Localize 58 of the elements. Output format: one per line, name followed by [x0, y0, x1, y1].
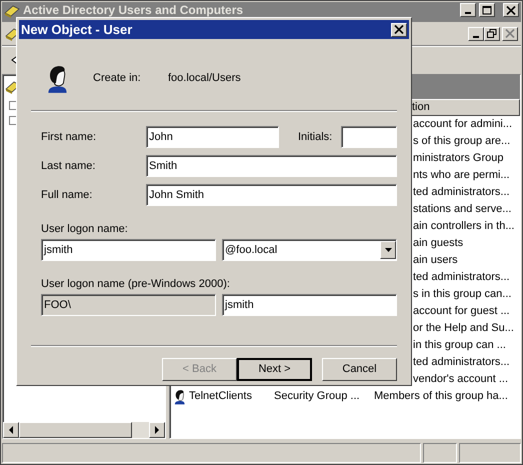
- list-cell-text: ministrators Group: [413, 151, 504, 166]
- pre-2000-logon-field[interactable]: jsmith: [222, 294, 397, 316]
- maximize-icon: [482, 6, 492, 14]
- dialog-title: New Object - User: [21, 20, 134, 39]
- logon-name-field[interactable]: jsmith: [41, 239, 216, 261]
- list-cell-text: ted administrators...: [413, 185, 510, 200]
- list-cell-text: account for guest ...: [413, 304, 510, 320]
- minimize-button[interactable]: [460, 3, 476, 17]
- close-icon: [394, 25, 404, 34]
- create-in-label: Create in:: [93, 71, 142, 86]
- minimize-button[interactable]: [468, 26, 484, 40]
- list-cell-text: or the Help and Su...: [413, 321, 514, 336]
- field-label: User logon name:: [41, 222, 129, 235]
- list-cell-text: ted administrators...: [413, 355, 510, 370]
- list-cell-text: ain guests: [413, 236, 464, 252]
- minimize-icon: [465, 12, 471, 14]
- list-cell-text: nts who are permi...: [413, 168, 510, 184]
- status-panel: [459, 443, 521, 463]
- list-cell-text: stations and serve...: [413, 202, 512, 218]
- field-label: User logon name (pre-Windows 2000):: [41, 277, 231, 290]
- close-icon: [506, 6, 516, 14]
- last-name-field[interactable]: Smith: [146, 155, 397, 177]
- domain-dropdown[interactable]: @foo.local: [222, 239, 397, 261]
- status-panel: [423, 443, 457, 463]
- list-cell-text: ted administrators...: [413, 270, 510, 286]
- maximize-button[interactable]: [479, 3, 495, 17]
- list-cell-text: s of this group are...: [413, 134, 510, 150]
- list-cell-text: s in this group can...: [413, 287, 512, 302]
- close-button[interactable]: [391, 22, 407, 36]
- horizontal-scrollbar[interactable]: [3, 422, 165, 438]
- close-button[interactable]: [503, 3, 519, 17]
- folder-book-icon: [4, 3, 20, 19]
- dialog-button[interactable]: Next >: [237, 358, 312, 381]
- list-cell-text: ain controllers in th...: [413, 219, 514, 234]
- left-arrow-icon: [8, 426, 14, 434]
- list-cell-text: Security Group ...: [274, 389, 361, 404]
- close-icon: [505, 29, 515, 38]
- first-name-field[interactable]: John: [146, 126, 279, 148]
- create-in-value: foo.local/Users: [168, 71, 241, 86]
- field-label: Initials:: [298, 130, 334, 145]
- field-label: Last name:: [41, 158, 96, 174]
- list-cell-text: account for admini...: [413, 117, 512, 132]
- list-cell-text: Members of this group ha...: [374, 389, 508, 404]
- field-label: First name:: [41, 130, 98, 145]
- field-label: Full name:: [41, 188, 94, 203]
- list-cell-text: ain users: [413, 253, 458, 268]
- minimize-icon: [473, 36, 479, 38]
- close-button[interactable]: [502, 26, 518, 40]
- dialog-button[interactable]: Cancel: [322, 358, 397, 381]
- right-arrow-icon: [154, 426, 160, 434]
- initials-field[interactable]: [341, 126, 397, 148]
- list-cell[interactable]: TelnetClients: [189, 388, 252, 405]
- list-cell-text: in this group can ...: [413, 338, 506, 354]
- full-name-field[interactable]: John Smith: [146, 184, 397, 206]
- window-title: Active Directory Users and Computers: [23, 3, 244, 17]
- restore-icon: [487, 29, 497, 38]
- restore-button[interactable]: [484, 26, 500, 40]
- list-cell-text: vendor's account ...: [413, 372, 508, 388]
